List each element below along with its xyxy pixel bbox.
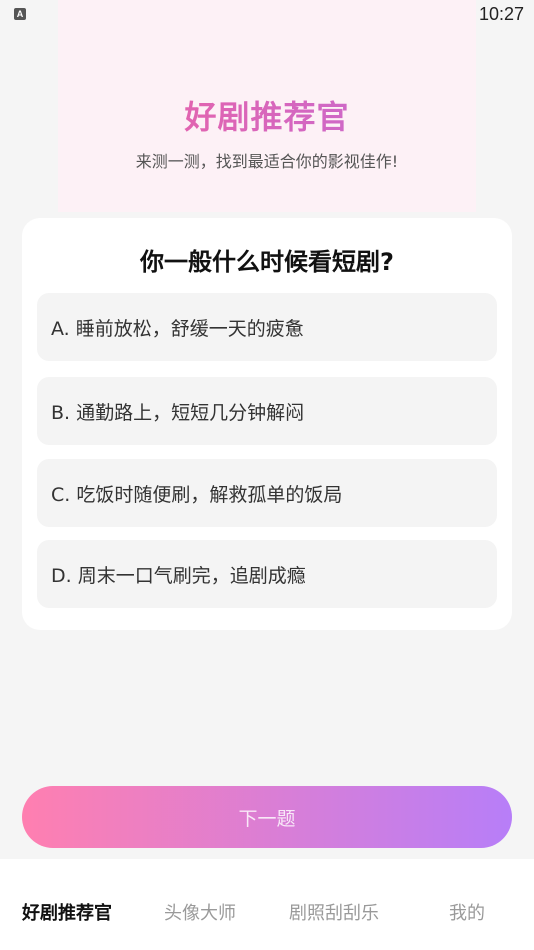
bottom-tab-bar: 好剧推荐官 头像大师 剧照刮刮乐 我的	[0, 859, 534, 950]
option-d[interactable]: D. 周末一口气刷完，追剧成瘾	[37, 540, 497, 608]
tab-avatar-master[interactable]: 头像大师	[164, 899, 236, 925]
option-b[interactable]: B. 通勤路上，短短几分钟解闷	[37, 377, 497, 445]
next-question-button[interactable]: 下一题	[22, 786, 512, 848]
page-title: 好剧推荐官	[58, 92, 476, 138]
tab-mine[interactable]: 我的	[449, 899, 485, 925]
tab-scratch-card[interactable]: 剧照刮刮乐	[289, 899, 379, 925]
app-notification-icon: A	[14, 8, 26, 20]
hero-banner: 好剧推荐官 来测一测，找到最适合你的影视佳作!	[58, 0, 476, 212]
quiz-question: 你一般什么时候看短剧?	[140, 248, 394, 276]
tab-recommend[interactable]: 好剧推荐官	[22, 899, 112, 925]
option-c[interactable]: C. 吃饭时随便刷，解救孤单的饭局	[37, 459, 497, 527]
status-time: 10:27	[478, 3, 524, 24]
next-question-label: 下一题	[238, 807, 296, 830]
option-a[interactable]: A. 睡前放松，舒缓一天的疲惫	[37, 293, 497, 361]
page-subtitle: 来测一测，找到最适合你的影视佳作!	[135, 152, 399, 171]
quiz-card: 你一般什么时候看短剧? A. 睡前放松，舒缓一天的疲惫 B. 通勤路上，短短几分…	[22, 218, 512, 630]
